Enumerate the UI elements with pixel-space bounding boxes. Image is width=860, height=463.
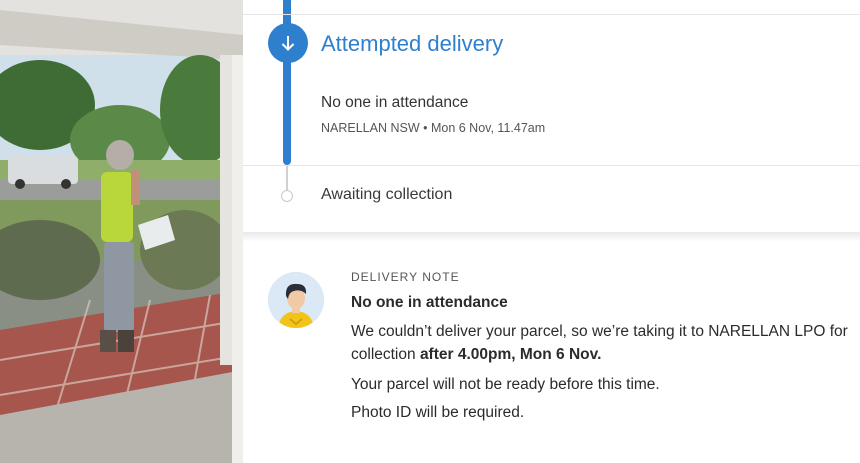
courier-avatar-icon [268, 272, 324, 328]
divider [243, 14, 860, 15]
delivery-note-body: We couldn’t deliver your parcel, so we’r… [351, 320, 856, 366]
tracking-timeline: Attempted delivery No one in attendance … [243, 0, 860, 236]
parcel-tracking-panel: Attempted delivery No one in attendance … [243, 0, 860, 463]
section-separator [243, 232, 860, 242]
event-description: No one in attendance [321, 94, 469, 111]
step-title-awaiting-collection: Awaiting collection [321, 186, 453, 203]
delivery-note-title: No one in attendance [351, 294, 508, 311]
delivery-note-readiness: Your parcel will not be ready before thi… [351, 376, 660, 393]
arrow-down-icon [268, 23, 308, 63]
delivery-note-id-requirement: Photo ID will be required. [351, 404, 525, 421]
pending-step-dot-icon [281, 190, 293, 202]
timeline-pending-line [286, 165, 288, 193]
delivery-note-collection-time: after 4.00pm, Mon 6 Nov. [419, 346, 602, 363]
divider [243, 165, 860, 166]
delivery-note: DELIVERY NOTE No one in attendance We co… [351, 270, 856, 422]
event-location-time: NARELLAN NSW • Mon 6 Nov, 11.47am [321, 121, 546, 135]
delivery-photo [0, 0, 243, 463]
delivery-note-label: DELIVERY NOTE [351, 270, 460, 284]
step-title-attempted-delivery: Attempted delivery [321, 31, 504, 56]
